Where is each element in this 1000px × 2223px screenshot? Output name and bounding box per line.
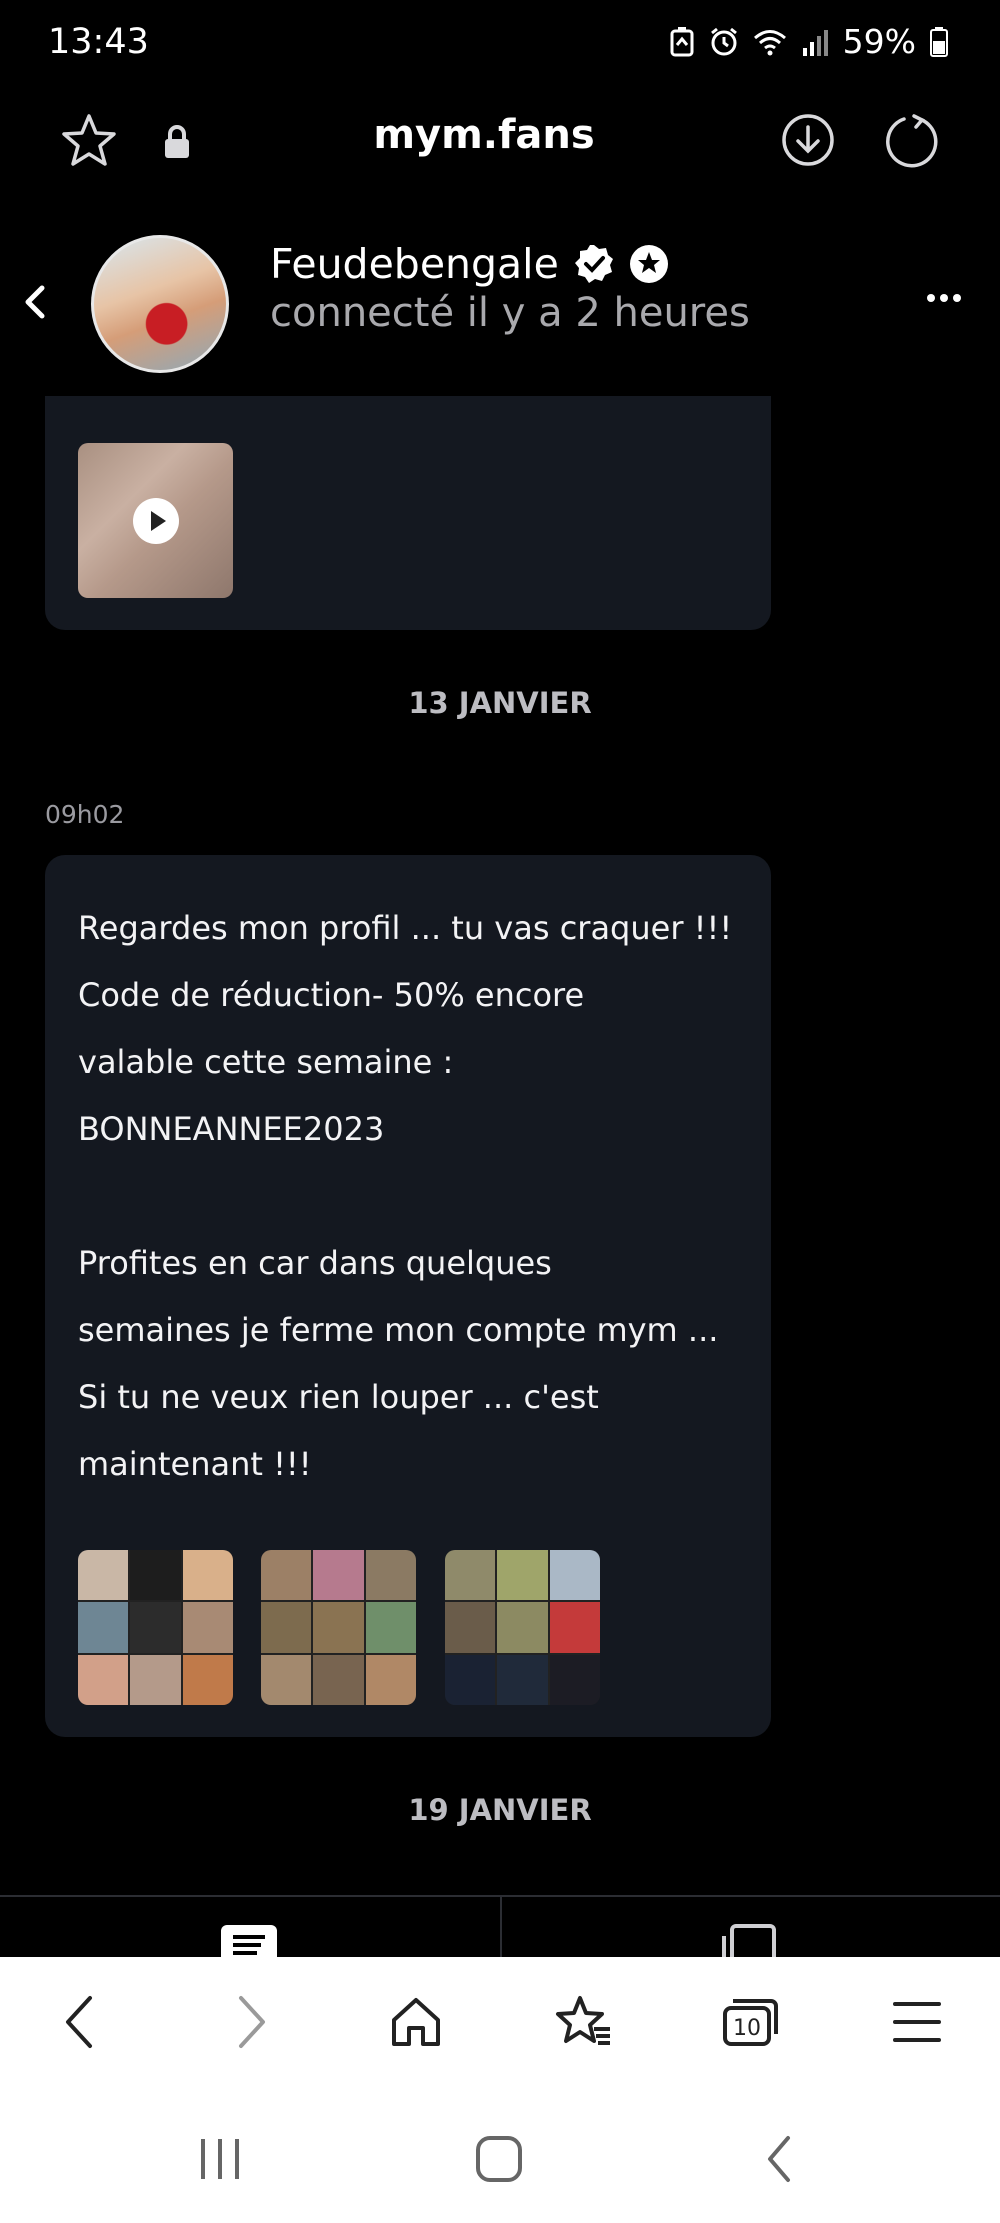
status-time: 13:43 (48, 22, 149, 62)
date-separator: 13 JANVIER (408, 686, 592, 720)
download-icon[interactable] (780, 112, 836, 172)
system-back-icon[interactable] (750, 2129, 810, 2189)
recent-apps-icon[interactable] (190, 2129, 250, 2189)
contact-last-seen: connecté il y a 2 heures (270, 290, 750, 336)
status-icons: 59% (669, 22, 948, 61)
nav-back-icon[interactable] (50, 1992, 110, 2052)
message-time: 09h02 (45, 800, 125, 829)
tab-divider (500, 1895, 502, 1957)
signal-icon (802, 29, 828, 56)
menu-icon[interactable] (887, 1992, 947, 2052)
play-icon[interactable] (133, 498, 179, 544)
back-chevron-icon[interactable] (18, 282, 52, 326)
chat-tab-icon[interactable] (221, 1925, 277, 1965)
album-thumbnail[interactable] (261, 1550, 416, 1705)
alarm-icon (710, 27, 737, 55)
message-bubble-media (45, 396, 771, 630)
star-badge-icon (629, 245, 668, 283)
browser-bottom-nav: 10 (0, 1957, 1000, 2087)
bookmarks-icon[interactable] (553, 1992, 613, 2052)
more-dots-icon[interactable] (926, 290, 962, 309)
album-thumbnail[interactable] (445, 1550, 600, 1705)
message-body: Regardes mon profil ... tu vas craquer !… (78, 909, 733, 1483)
video-thumbnail[interactable] (78, 443, 233, 598)
contact-name: Feudebengale (270, 240, 559, 288)
message-bubble-text: Regardes mon profil ... tu vas craquer !… (45, 855, 771, 1737)
battery-percentage: 59% (842, 22, 916, 61)
contact-name-row[interactable]: Feudebengale (270, 240, 669, 288)
media-tab-icon[interactable] (718, 1922, 782, 1968)
reload-icon[interactable] (884, 112, 940, 172)
avatar[interactable] (91, 235, 229, 373)
battery-saver-icon (670, 26, 694, 56)
home-icon[interactable] (386, 1992, 446, 2052)
tab-count: 10 (733, 2016, 761, 2041)
message-text: Regardes mon profil ... tu vas craquer !… (78, 895, 758, 1498)
home-button-icon[interactable] (469, 2129, 529, 2189)
nav-forward-icon[interactable] (221, 1992, 281, 2052)
album-thumbnail[interactable] (78, 1550, 233, 1705)
tabs-icon[interactable]: 10 (720, 1992, 780, 2052)
battery-icon (930, 26, 948, 57)
system-nav-bar (0, 2087, 1000, 2223)
wifi-icon (753, 29, 786, 55)
verified-badge-icon (574, 245, 613, 283)
date-separator: 19 JANVIER (408, 1793, 592, 1827)
